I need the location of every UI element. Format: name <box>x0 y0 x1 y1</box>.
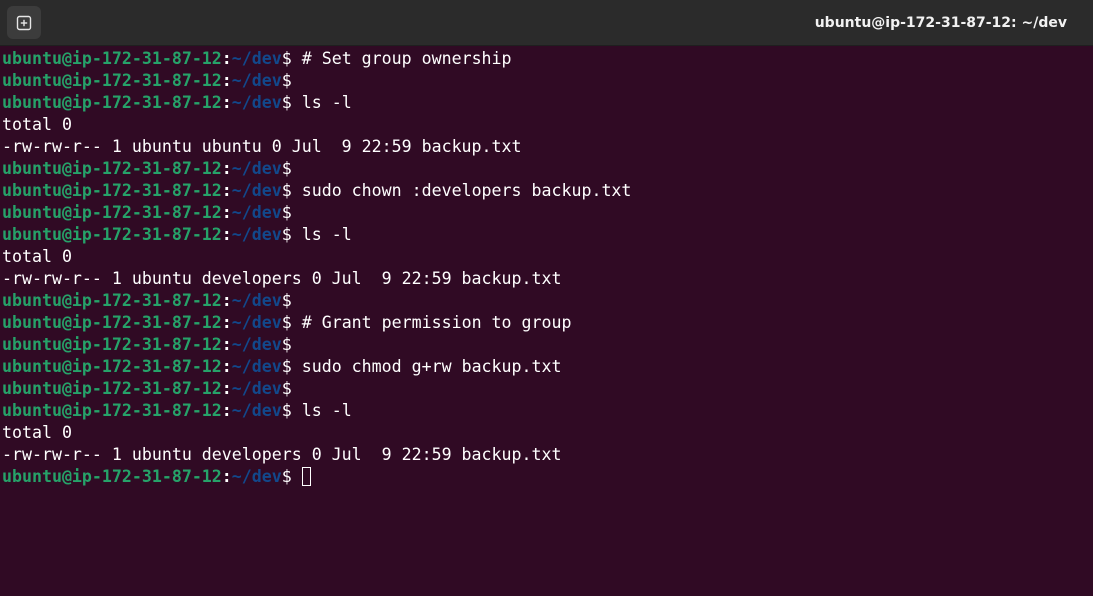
prompt-user-host: ubuntu@ip-172-31-87-12 <box>2 181 222 200</box>
prompt-line: ubuntu@ip-172-31-87-12:~/dev$ sudo chmod… <box>2 356 1091 378</box>
prompt-dollar: $ <box>281 49 302 68</box>
prompt-path: ~/dev <box>231 159 282 178</box>
prompt-line: ubuntu@ip-172-31-87-12:~/dev$ <box>2 334 1091 356</box>
prompt-line: ubuntu@ip-172-31-87-12:~/dev$ <box>2 158 1091 180</box>
prompt-line: ubuntu@ip-172-31-87-12:~/dev$ ls -l <box>2 224 1091 246</box>
prompt-colon: : <box>221 313 232 332</box>
text-cursor[interactable] <box>301 467 311 486</box>
prompt-dollar: $ <box>281 379 302 398</box>
prompt-user-host: ubuntu@ip-172-31-87-12 <box>2 357 222 376</box>
prompt-colon: : <box>221 203 232 222</box>
prompt-line: ubuntu@ip-172-31-87-12:~/dev$ # Set grou… <box>2 48 1091 70</box>
prompt-line: ubuntu@ip-172-31-87-12:~/dev$ <box>2 378 1091 400</box>
command-text: # Grant permission to group <box>301 313 572 332</box>
output-line: total 0 <box>2 422 1091 444</box>
prompt-user-host: ubuntu@ip-172-31-87-12 <box>2 93 222 112</box>
prompt-colon: : <box>221 401 232 420</box>
prompt-line: ubuntu@ip-172-31-87-12:~/dev$ <box>2 202 1091 224</box>
output-text: total 0 <box>2 247 72 266</box>
prompt-colon: : <box>221 335 232 354</box>
prompt-line: ubuntu@ip-172-31-87-12:~/dev$ <box>2 70 1091 92</box>
prompt-user-host: ubuntu@ip-172-31-87-12 <box>2 467 222 486</box>
prompt-dollar: $ <box>281 225 302 244</box>
command-text: sudo chown :developers backup.txt <box>301 181 632 200</box>
prompt-path: ~/dev <box>231 49 282 68</box>
prompt-colon: : <box>221 291 232 310</box>
prompt-colon: : <box>221 159 232 178</box>
prompt-path: ~/dev <box>231 203 282 222</box>
prompt-user-host: ubuntu@ip-172-31-87-12 <box>2 335 222 354</box>
prompt-line: ubuntu@ip-172-31-87-12:~/dev$ ls -l <box>2 400 1091 422</box>
prompt-user-host: ubuntu@ip-172-31-87-12 <box>2 401 222 420</box>
prompt-colon: : <box>221 379 232 398</box>
command-text: # Set group ownership <box>301 49 512 68</box>
prompt-user-host: ubuntu@ip-172-31-87-12 <box>2 379 222 398</box>
prompt-path: ~/dev <box>231 335 282 354</box>
prompt-path: ~/dev <box>231 291 282 310</box>
prompt-line: ubuntu@ip-172-31-87-12:~/dev$ <box>2 290 1091 312</box>
prompt-path: ~/dev <box>231 401 282 420</box>
prompt-path: ~/dev <box>231 379 282 398</box>
output-line: -rw-rw-r-- 1 ubuntu ubuntu 0 Jul 9 22:59… <box>2 136 1091 158</box>
output-text: total 0 <box>2 115 72 134</box>
prompt-colon: : <box>221 225 232 244</box>
prompt-dollar: $ <box>281 181 302 200</box>
prompt-path: ~/dev <box>231 181 282 200</box>
prompt-colon: : <box>221 71 232 90</box>
prompt-colon: : <box>221 467 232 486</box>
prompt-dollar: $ <box>281 93 302 112</box>
prompt-dollar: $ <box>281 291 302 310</box>
command-text: ls -l <box>301 401 352 420</box>
terminal-output[interactable]: ubuntu@ip-172-31-87-12:~/dev$ # Set grou… <box>2 48 1091 594</box>
output-line: total 0 <box>2 246 1091 268</box>
prompt-dollar: $ <box>281 313 302 332</box>
prompt-dollar: $ <box>281 335 302 354</box>
prompt-dollar: $ <box>281 467 302 486</box>
prompt-path: ~/dev <box>231 467 282 486</box>
prompt-user-host: ubuntu@ip-172-31-87-12 <box>2 71 222 90</box>
prompt-colon: : <box>221 49 232 68</box>
new-tab-icon <box>16 15 32 30</box>
prompt-line: ubuntu@ip-172-31-87-12:~/dev$ # Grant pe… <box>2 312 1091 334</box>
command-text: sudo chmod g+rw backup.txt <box>301 357 562 376</box>
prompt-path: ~/dev <box>231 71 282 90</box>
prompt-user-host: ubuntu@ip-172-31-87-12 <box>2 225 222 244</box>
prompt-path: ~/dev <box>231 313 282 332</box>
output-line: total 0 <box>2 114 1091 136</box>
prompt-user-host: ubuntu@ip-172-31-87-12 <box>2 291 222 310</box>
output-line: -rw-rw-r-- 1 ubuntu developers 0 Jul 9 2… <box>2 444 1091 466</box>
command-text: ls -l <box>301 225 352 244</box>
new-tab-button[interactable] <box>7 6 41 39</box>
output-text: -rw-rw-r-- 1 ubuntu developers 0 Jul 9 2… <box>2 445 562 464</box>
window-title: ubuntu@ip-172-31-87-12: ~/dev <box>814 15 1067 31</box>
output-text: total 0 <box>2 423 72 442</box>
prompt-colon: : <box>221 357 232 376</box>
prompt-line: ubuntu@ip-172-31-87-12:~/dev$ <box>2 466 1091 488</box>
prompt-dollar: $ <box>281 401 302 420</box>
prompt-line: ubuntu@ip-172-31-87-12:~/dev$ ls -l <box>2 92 1091 114</box>
prompt-path: ~/dev <box>231 225 282 244</box>
prompt-dollar: $ <box>281 71 302 90</box>
prompt-user-host: ubuntu@ip-172-31-87-12 <box>2 49 222 68</box>
prompt-colon: : <box>221 93 232 112</box>
output-line: -rw-rw-r-- 1 ubuntu developers 0 Jul 9 2… <box>2 268 1091 290</box>
prompt-user-host: ubuntu@ip-172-31-87-12 <box>2 203 222 222</box>
command-text: ls -l <box>301 93 352 112</box>
prompt-dollar: $ <box>281 159 302 178</box>
prompt-path: ~/dev <box>231 93 282 112</box>
output-text: -rw-rw-r-- 1 ubuntu ubuntu 0 Jul 9 22:59… <box>2 137 522 156</box>
prompt-line: ubuntu@ip-172-31-87-12:~/dev$ sudo chown… <box>2 180 1091 202</box>
title-bar: ubuntu@ip-172-31-87-12: ~/dev <box>0 0 1093 46</box>
prompt-path: ~/dev <box>231 357 282 376</box>
prompt-dollar: $ <box>281 357 302 376</box>
terminal-window: ubuntu@ip-172-31-87-12: ~/dev ubuntu@ip-… <box>0 0 1093 596</box>
prompt-dollar: $ <box>281 203 302 222</box>
prompt-colon: : <box>221 181 232 200</box>
prompt-user-host: ubuntu@ip-172-31-87-12 <box>2 159 222 178</box>
output-text: -rw-rw-r-- 1 ubuntu developers 0 Jul 9 2… <box>2 269 562 288</box>
prompt-user-host: ubuntu@ip-172-31-87-12 <box>2 313 222 332</box>
